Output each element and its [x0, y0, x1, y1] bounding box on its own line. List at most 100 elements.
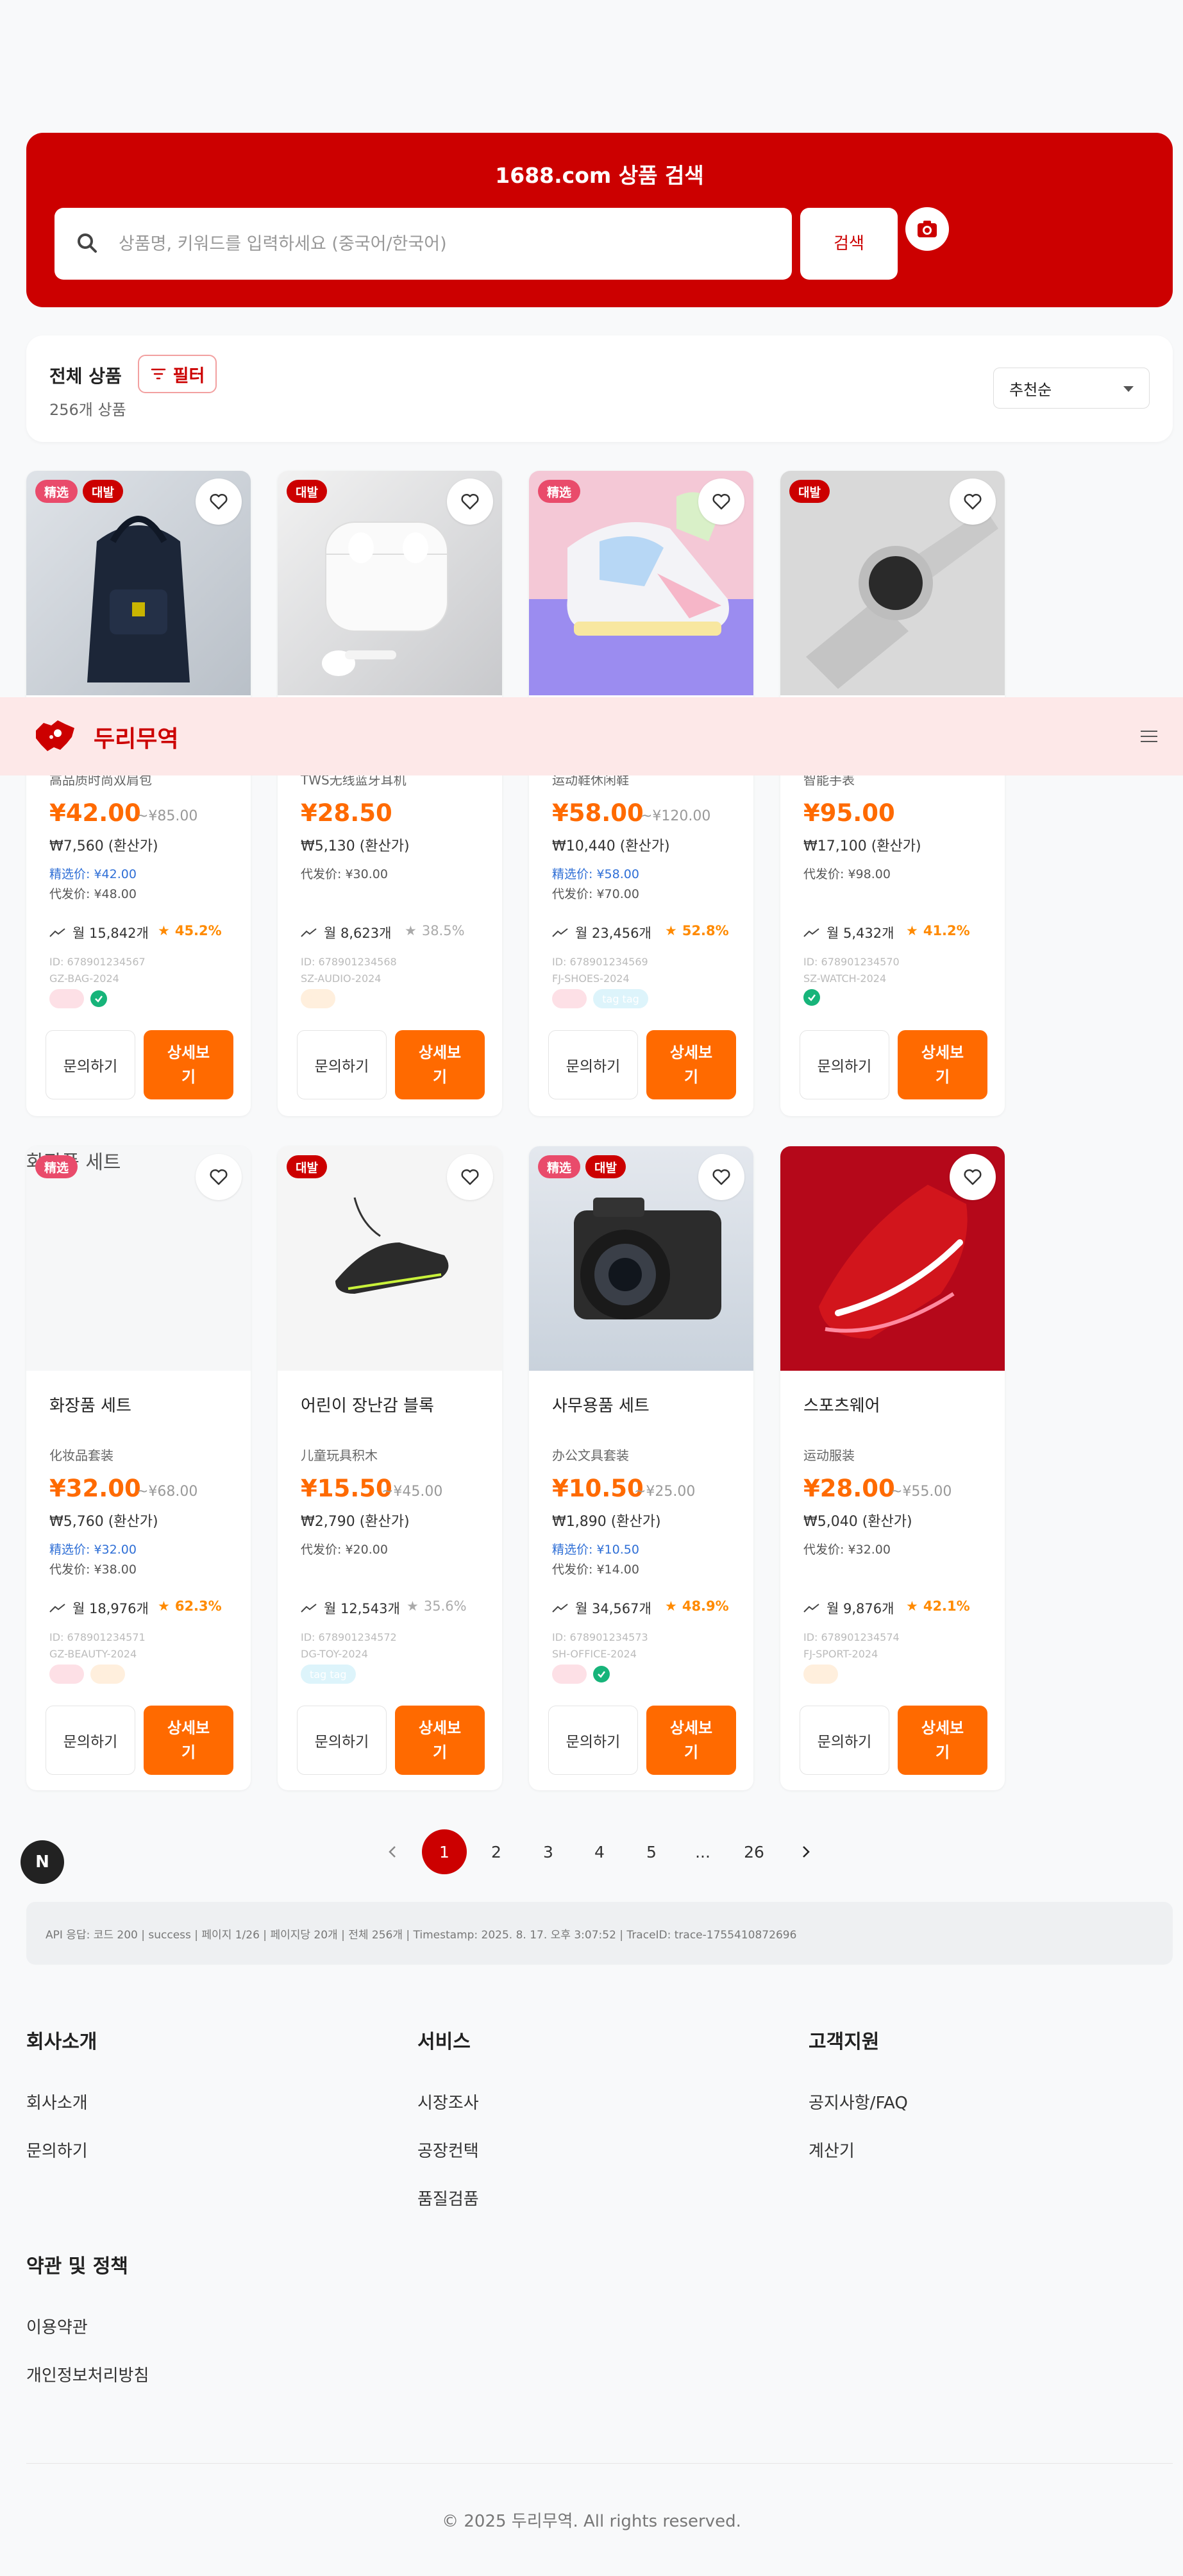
search-input-wrapper[interactable] — [55, 208, 792, 280]
detail-button[interactable]: 상세보기 — [898, 1030, 987, 1099]
wishlist-button[interactable] — [698, 1154, 744, 1200]
heart-icon — [964, 1169, 982, 1185]
page-button[interactable]: 26 — [732, 1829, 776, 1874]
camera-icon — [918, 221, 937, 237]
menu-icon[interactable] — [1139, 729, 1159, 743]
product-rating: ★ 52.8% — [665, 923, 729, 938]
product-dropship-price: 代发价: ¥38.00 — [49, 1563, 137, 1577]
trend-icon — [301, 928, 317, 937]
wishlist-button[interactable] — [447, 479, 493, 525]
detail-button[interactable]: 상세보기 — [395, 1030, 485, 1099]
product-monthly-sales: 월 34,567개 — [552, 1598, 651, 1618]
product-price: ¥95.00 — [803, 799, 895, 827]
product-card[interactable]: 精选 运动鞋休闲鞋 ¥58.00 ~¥120.00 ₩10,440 (환산가) … — [529, 471, 753, 1116]
detail-button[interactable]: 상세보기 — [898, 1706, 987, 1775]
page-button[interactable]: 1 — [422, 1829, 467, 1874]
wishlist-button[interactable] — [950, 1154, 996, 1200]
product-image[interactable]: 精选 대발 — [529, 1146, 753, 1371]
detail-button[interactable]: 상세보기 — [646, 1706, 736, 1775]
filter-button[interactable]: 필터 — [138, 355, 217, 393]
product-id-number: ID: 678901234571 — [49, 1631, 146, 1643]
detail-button[interactable]: 상세보기 — [395, 1706, 485, 1775]
footer-link[interactable]: 이용약관 — [26, 2314, 88, 2338]
product-name[interactable]: 화장품 세트 — [49, 1393, 131, 1416]
inquiry-button[interactable]: 문의하기 — [548, 1030, 638, 1099]
product-name[interactable]: 사무용품 세트 — [552, 1393, 650, 1416]
sort-select[interactable]: 추천순 — [993, 368, 1150, 409]
product-card[interactable]: 精选 대발 사무용품 세트 办公文具套装 ¥10.50 ~¥25.00 ₩1,89… — [529, 1146, 753, 1790]
wishlist-button[interactable] — [950, 479, 996, 525]
filter-label: 필터 — [172, 366, 205, 386]
heart-icon — [461, 1169, 479, 1185]
badge-selected: 精选 — [35, 1155, 78, 1178]
product-card[interactable]: 화장품 세트 精选 화장품 세트 化妆品套装 ¥32.00 ~¥68.00 ₩5… — [26, 1146, 251, 1790]
tag: tag — [49, 1665, 85, 1684]
product-image[interactable]: 대발 — [278, 1146, 502, 1371]
page-button[interactable]: 3 — [526, 1829, 571, 1874]
detail-button[interactable]: 상세보기 — [646, 1030, 736, 1099]
badge-bulk: 대발 — [287, 480, 327, 503]
product-image[interactable]: 대발 — [278, 471, 502, 695]
detail-button[interactable]: 상세보기 — [144, 1706, 233, 1775]
search-button[interactable]: 검색 — [800, 208, 898, 280]
product-image[interactable]: 精选 — [529, 471, 753, 695]
prev-page-button[interactable] — [370, 1829, 415, 1874]
product-monthly-sales: 월 15,842개 — [49, 923, 149, 942]
inquiry-button[interactable]: 문의하기 — [800, 1030, 889, 1099]
wishlist-button[interactable] — [196, 1154, 242, 1200]
trend-icon — [803, 928, 819, 937]
product-selected-price: 精选价: ¥42.00 — [49, 867, 137, 881]
search-input[interactable] — [119, 208, 779, 280]
page-button[interactable]: 4 — [577, 1829, 622, 1874]
product-image[interactable]: 화장품 세트 精选 — [26, 1146, 251, 1371]
floating-nav-button[interactable]: N — [21, 1840, 64, 1884]
wishlist-button[interactable] — [698, 479, 744, 525]
footer-link[interactable]: 시장조사 — [417, 2090, 479, 2114]
inquiry-button[interactable]: 문의하기 — [46, 1030, 135, 1099]
wishlist-button[interactable] — [196, 479, 242, 525]
product-original-price: ~¥25.00 — [634, 1484, 696, 1500]
product-card[interactable]: 精选 대발 高品质时尚双肩包 ¥42.00 ~¥85.00 ₩7,560 (환산가… — [26, 471, 251, 1116]
product-image[interactable] — [780, 1146, 1005, 1371]
detail-button[interactable]: 상세보기 — [144, 1030, 233, 1099]
footer-link[interactable]: 품질검품 — [417, 2186, 479, 2210]
listing-heading: 전체 상품 — [49, 366, 122, 387]
badge-selected: 精选 — [538, 1155, 581, 1178]
inquiry-button[interactable]: 문의하기 — [800, 1706, 889, 1775]
product-card[interactable]: 대발 어린이 장난감 블록 儿童玩具积木 ¥15.50 ~¥45.00 ₩2,7… — [278, 1146, 502, 1790]
inquiry-button[interactable]: 문의하기 — [297, 1030, 387, 1099]
rate-value: 38.5% — [421, 923, 465, 938]
product-image[interactable]: 精选 대발 — [26, 471, 251, 695]
product-name[interactable]: 어린이 장난감 블록 — [301, 1393, 434, 1416]
chevron-down-icon — [1123, 386, 1134, 392]
image-search-button[interactable] — [905, 207, 949, 251]
footer-link[interactable]: 공장컨택 — [417, 2138, 479, 2162]
inquiry-button[interactable]: 문의하기 — [548, 1706, 638, 1775]
sales-value: 월 8,623개 — [324, 926, 392, 941]
product-rating: ★ 42.1% — [906, 1598, 970, 1614]
product-card[interactable]: 대발 智能手表 ¥95.00 ₩17,100 (환산가) 代发价: ¥98.00… — [780, 471, 1005, 1116]
product-krw-price: ₩5,040 (환산가) — [803, 1514, 912, 1530]
product-monthly-sales: 월 12,543개 — [301, 1598, 400, 1618]
product-monthly-sales: 월 23,456개 — [552, 923, 651, 942]
footer-link[interactable]: 계산기 — [809, 2138, 855, 2162]
footer-link[interactable]: 공지사항/FAQ — [809, 2090, 908, 2114]
product-card[interactable]: 스포츠웨어 运动服装 ¥28.00 ~¥55.00 ₩5,040 (환산가) 代… — [780, 1146, 1005, 1790]
page-button[interactable]: 2 — [474, 1829, 519, 1874]
next-page-button[interactable] — [784, 1829, 828, 1874]
page-button[interactable]: 5 — [629, 1829, 674, 1874]
logo-icon — [36, 720, 74, 751]
product-card[interactable]: 대발 TWS无线蓝牙耳机 ¥28.50 ₩5,130 (환산가) 代发价: ¥3… — [278, 471, 502, 1116]
product-image[interactable]: 대발 — [780, 471, 1005, 695]
trend-icon — [552, 1604, 568, 1613]
product-name[interactable]: 스포츠웨어 — [803, 1393, 880, 1416]
inquiry-button[interactable]: 문의하기 — [297, 1706, 387, 1775]
footer-link[interactable]: 개인정보처리방침 — [26, 2362, 149, 2386]
product-sku: SH-OFFICE-2024 — [552, 1648, 637, 1660]
footer-link[interactable]: 회사소개 — [26, 2090, 88, 2114]
inquiry-button[interactable]: 문의하기 — [46, 1706, 135, 1775]
wishlist-button[interactable] — [447, 1154, 493, 1200]
brand-name[interactable]: 두리무역 — [94, 720, 178, 754]
product-id-number: ID: 678901234569 — [552, 956, 648, 968]
footer-link[interactable]: 문의하기 — [26, 2138, 88, 2162]
